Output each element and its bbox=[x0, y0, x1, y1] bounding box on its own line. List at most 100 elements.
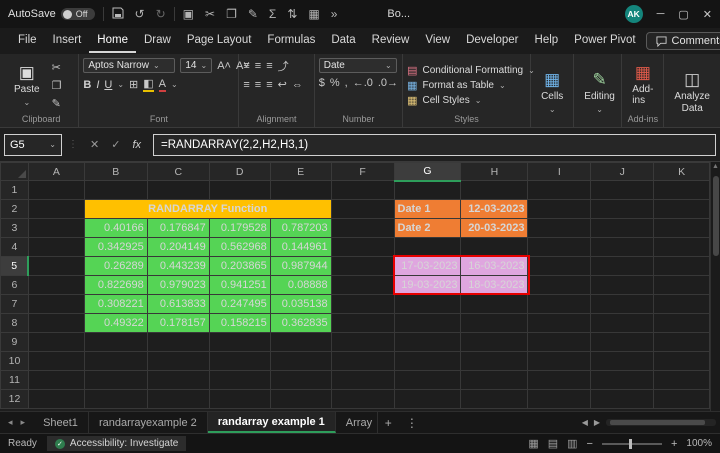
cell-H11[interactable] bbox=[461, 371, 528, 390]
format-painter-icon[interactable]: ✎ bbox=[248, 7, 258, 21]
increase-decimal-icon[interactable]: ←.0 bbox=[353, 77, 373, 89]
format-as-table-button[interactable]: ▦ Format as Table ⌄ bbox=[407, 79, 535, 92]
menu-tab-data[interactable]: Data bbox=[323, 30, 363, 53]
row-header-2[interactable]: 2 bbox=[1, 200, 29, 219]
cell-H9[interactable] bbox=[461, 333, 528, 352]
col-header-A[interactable]: A bbox=[28, 163, 84, 181]
cell-E8[interactable]: 0.362835 bbox=[270, 314, 331, 333]
row-header-9[interactable]: 9 bbox=[1, 333, 29, 352]
font-size-select[interactable]: 14 ⌄ bbox=[180, 58, 212, 73]
cell-K2[interactable] bbox=[654, 200, 710, 219]
cell-C12[interactable] bbox=[147, 390, 209, 409]
autosave-control[interactable]: AutoSave Off bbox=[8, 8, 95, 20]
cell-G3[interactable]: Date 2 bbox=[394, 219, 461, 238]
align-bottom-icon[interactable]: ≡ bbox=[266, 60, 272, 72]
zoom-out-icon[interactable]: − bbox=[587, 438, 593, 450]
merge-center-icon[interactable]: ⇔ bbox=[292, 79, 303, 91]
cell-I8[interactable] bbox=[528, 314, 591, 333]
cell-K3[interactable] bbox=[654, 219, 710, 238]
cell-C8[interactable]: 0.178157 bbox=[147, 314, 209, 333]
number-format-select[interactable]: Date ⌄ bbox=[319, 58, 397, 73]
cell-E3[interactable]: 0.787203 bbox=[270, 219, 331, 238]
cell-A12[interactable] bbox=[28, 390, 84, 409]
menu-tab-view[interactable]: View bbox=[417, 30, 458, 53]
row-header-4[interactable]: 4 bbox=[1, 238, 29, 257]
accessibility-button[interactable]: ✓ Accessibility: Investigate bbox=[47, 436, 186, 451]
cell-A7[interactable] bbox=[28, 295, 84, 314]
cell-I3[interactable] bbox=[528, 219, 591, 238]
cell-J2[interactable] bbox=[591, 200, 654, 219]
cell-D1[interactable] bbox=[209, 181, 270, 200]
col-header-K[interactable]: K bbox=[654, 163, 710, 181]
cell-A8[interactable] bbox=[28, 314, 84, 333]
cell-K11[interactable] bbox=[654, 371, 710, 390]
comma-style-icon[interactable]: , bbox=[345, 77, 348, 89]
cell-H1[interactable] bbox=[461, 181, 528, 200]
col-header-F[interactable]: F bbox=[331, 163, 394, 181]
accounting-format-icon[interactable]: $ bbox=[319, 77, 325, 89]
cell-E10[interactable] bbox=[270, 352, 331, 371]
new-sheet-button[interactable]: + bbox=[378, 412, 399, 433]
cell-I9[interactable] bbox=[528, 333, 591, 352]
cell-H12[interactable] bbox=[461, 390, 528, 409]
row-header-7[interactable]: 7 bbox=[1, 295, 29, 314]
cell-J11[interactable] bbox=[591, 371, 654, 390]
horizontal-scroll-thumb[interactable] bbox=[610, 420, 705, 425]
cell-J12[interactable] bbox=[591, 390, 654, 409]
font-name-select[interactable]: Aptos Narrow ⌄ bbox=[83, 58, 175, 73]
cell-K8[interactable] bbox=[654, 314, 710, 333]
sheet-tab-sheet1[interactable]: Sheet1 bbox=[33, 412, 89, 433]
cell-F7[interactable] bbox=[331, 295, 394, 314]
menu-tab-home[interactable]: Home bbox=[89, 30, 136, 53]
menu-tab-power-pivot[interactable]: Power Pivot bbox=[566, 30, 643, 53]
cell-I1[interactable] bbox=[528, 181, 591, 200]
sheet-tab-array[interactable]: Array bbox=[336, 412, 378, 433]
cell-G7[interactable] bbox=[394, 295, 461, 314]
cell-D9[interactable] bbox=[209, 333, 270, 352]
cell-A10[interactable] bbox=[28, 352, 84, 371]
copy-button[interactable]: ❐ bbox=[52, 79, 62, 92]
menu-tab-formulas[interactable]: Formulas bbox=[259, 30, 323, 53]
cell-H6[interactable]: 18-03-2023 bbox=[461, 276, 528, 295]
all-sheets-button[interactable]: ⋮ bbox=[399, 412, 425, 433]
cell-D8[interactable]: 0.158215 bbox=[209, 314, 270, 333]
page-break-view-icon[interactable]: ▥ bbox=[567, 437, 577, 450]
cell-H3[interactable]: 20-03-2023 bbox=[461, 219, 528, 238]
cell-K6[interactable] bbox=[654, 276, 710, 295]
cell-B11[interactable] bbox=[84, 371, 147, 390]
cell-A6[interactable] bbox=[28, 276, 84, 295]
col-header-J[interactable]: J bbox=[591, 163, 654, 181]
cell-F5[interactable] bbox=[331, 257, 394, 276]
cell-D3[interactable]: 0.179528 bbox=[209, 219, 270, 238]
align-right-icon[interactable]: ≡ bbox=[266, 79, 272, 91]
autosum-icon[interactable]: Σ bbox=[269, 7, 276, 21]
cell-B2[interactable]: RANDARRAY Function bbox=[84, 200, 331, 219]
cell-D5[interactable]: 0.203865 bbox=[209, 257, 270, 276]
increase-font-icon[interactable]: A˄ bbox=[217, 60, 231, 72]
undo-icon[interactable]: ↺ bbox=[135, 7, 145, 21]
menu-tab-insert[interactable]: Insert bbox=[45, 30, 90, 53]
cell-K12[interactable] bbox=[654, 390, 710, 409]
row-header-12[interactable]: 12 bbox=[1, 390, 29, 409]
zoom-slider-thumb[interactable] bbox=[629, 439, 632, 449]
cell-I5[interactable] bbox=[528, 257, 591, 276]
prev-sheet-icon[interactable]: ◂ bbox=[8, 417, 13, 428]
cell-G11[interactable] bbox=[394, 371, 461, 390]
cell-H2[interactable]: 12-03-2023 bbox=[461, 200, 528, 219]
italic-button[interactable]: I bbox=[96, 79, 99, 91]
cell-D6[interactable]: 0.941251 bbox=[209, 276, 270, 295]
cell-I6[interactable] bbox=[528, 276, 591, 295]
paste-button[interactable]: ▣ Paste ⌄ bbox=[8, 58, 46, 112]
cell-F10[interactable] bbox=[331, 352, 394, 371]
menu-tab-help[interactable]: Help bbox=[527, 30, 567, 53]
conditional-formatting-button[interactable]: ▤ Conditional Formatting ⌄ bbox=[407, 64, 535, 77]
cell-I11[interactable] bbox=[528, 371, 591, 390]
decrease-decimal-icon[interactable]: .0→ bbox=[378, 77, 398, 89]
menu-tab-developer[interactable]: Developer bbox=[458, 30, 526, 53]
cell-C10[interactable] bbox=[147, 352, 209, 371]
cut-icon[interactable]: ✂ bbox=[205, 7, 215, 21]
cell-B7[interactable]: 0.308221 bbox=[84, 295, 147, 314]
borders-icon[interactable]: ⊞ bbox=[129, 78, 138, 91]
maximize-button[interactable]: ▢ bbox=[678, 8, 688, 21]
cell-H4[interactable] bbox=[461, 238, 528, 257]
